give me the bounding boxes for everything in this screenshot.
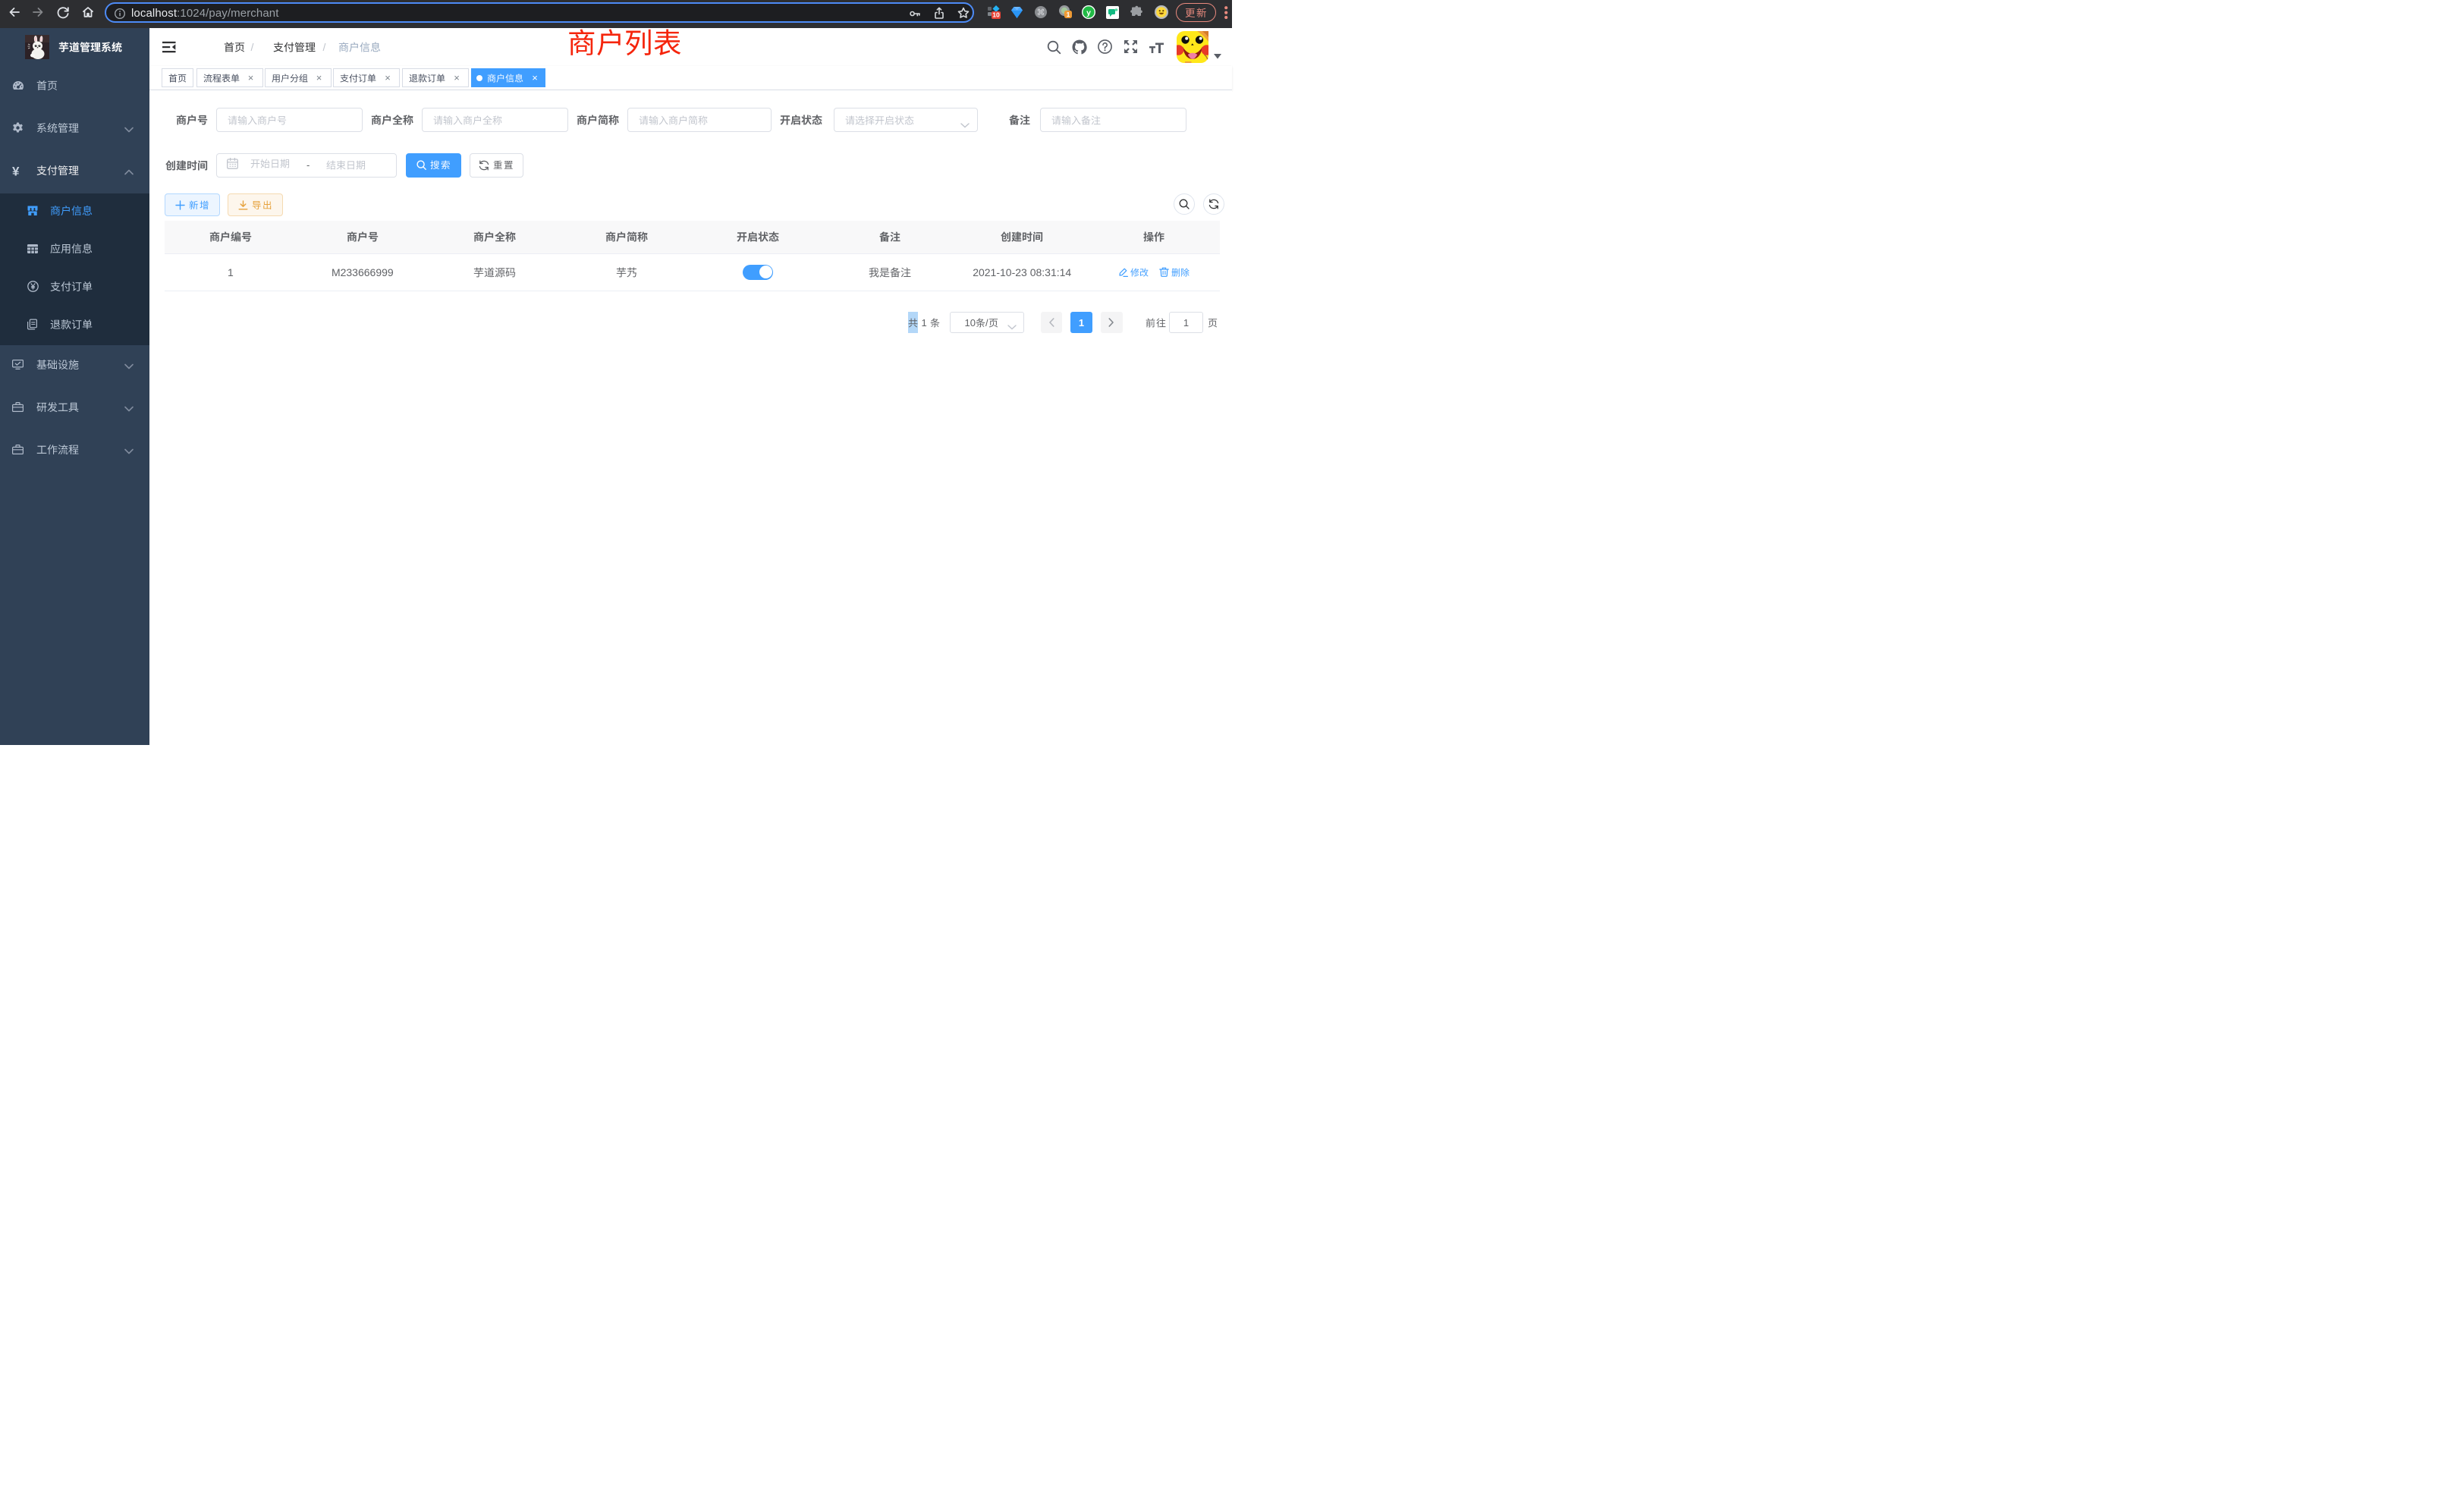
svg-text:10: 10 — [992, 11, 1000, 19]
svg-text:1: 1 — [1067, 11, 1070, 18]
svg-text:⌘: ⌘ — [1037, 8, 1045, 17]
svg-text:y: y — [1086, 8, 1091, 17]
